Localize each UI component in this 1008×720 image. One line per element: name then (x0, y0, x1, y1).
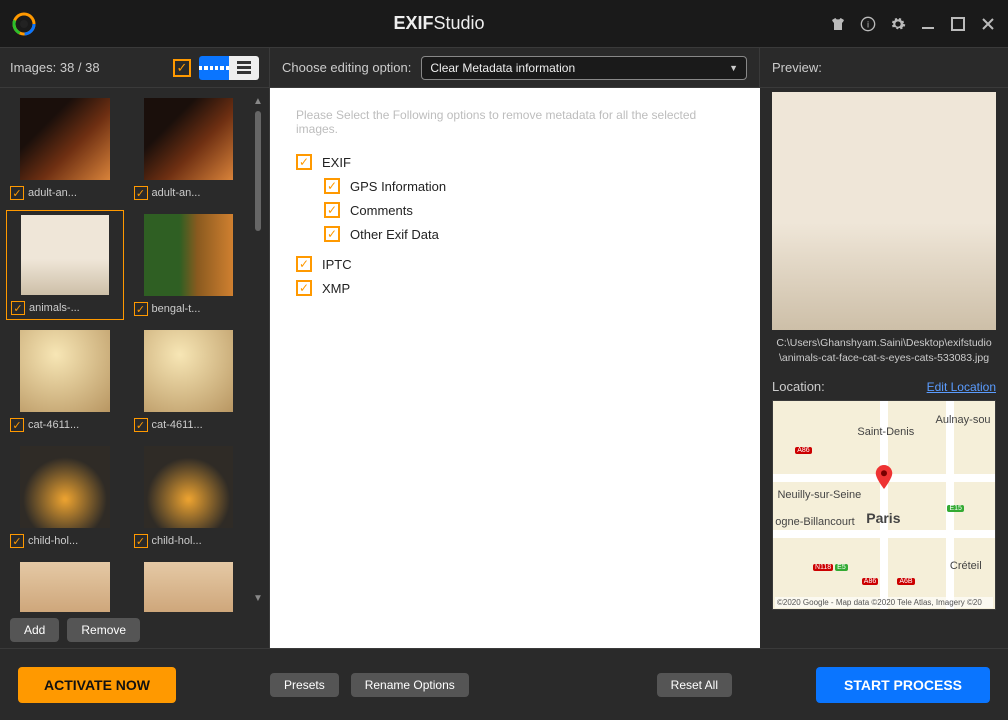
maximize-icon[interactable] (950, 16, 966, 32)
presets-button[interactable]: Presets (270, 673, 339, 697)
thumb-checkbox[interactable]: ✓ (134, 534, 148, 548)
titlebar: EXIFStudio i (0, 0, 1008, 48)
options-hint: Please Select the Following options to r… (296, 108, 734, 136)
thumb-checkbox[interactable]: ✓ (11, 301, 25, 315)
iptc-checkbox[interactable]: ✓ (296, 256, 312, 272)
preview-panel: C:\Users\Ghanshyam.Saini\Desktop\exifstu… (760, 88, 1008, 648)
svg-text:i: i (867, 19, 869, 29)
editing-option-label: Choose editing option: (282, 60, 411, 75)
view-list-button[interactable] (229, 56, 259, 80)
thumb-item[interactable]: ✓cat-4611... (130, 326, 248, 436)
exif-checkbox[interactable]: ✓ (296, 154, 312, 170)
remove-button[interactable]: Remove (67, 618, 140, 642)
minimize-icon[interactable] (920, 16, 936, 32)
preview-image (772, 92, 996, 330)
bottombar: ACTIVATE NOW Presets Rename Options Rese… (0, 648, 1008, 720)
scroll-down-icon[interactable]: ▼ (253, 593, 263, 604)
thumb-item[interactable] (6, 558, 124, 612)
thumb-item[interactable]: ✓bengal-t... (130, 210, 248, 320)
thumb-checkbox[interactable]: ✓ (134, 186, 148, 200)
location-label: Location: (772, 379, 825, 394)
exif-label: EXIF (322, 155, 351, 170)
app-title: EXIFStudio (48, 13, 830, 34)
thumb-checkbox[interactable]: ✓ (134, 302, 148, 316)
view-toggle (199, 56, 259, 80)
rename-options-button[interactable]: Rename Options (351, 673, 469, 697)
thumb-item-selected[interactable]: ✓animals-... (6, 210, 124, 320)
xmp-label: XMP (322, 281, 350, 296)
thumb-checkbox[interactable]: ✓ (10, 534, 24, 548)
scroll-thumb[interactable] (255, 111, 261, 231)
xmp-checkbox[interactable]: ✓ (296, 280, 312, 296)
reset-all-button[interactable]: Reset All (657, 673, 732, 697)
thumb-checkbox[interactable]: ✓ (134, 418, 148, 432)
iptc-label: IPTC (322, 257, 352, 272)
thumb-checkbox[interactable]: ✓ (10, 186, 24, 200)
sidebar: ✓adult-an... ✓adult-an... ✓animals-... ✓… (0, 88, 270, 648)
view-grid-button[interactable] (199, 56, 229, 80)
start-process-button[interactable]: START PROCESS (816, 667, 990, 703)
scrollbar[interactable]: ▲ ▼ (253, 94, 263, 606)
thumb-checkbox[interactable]: ✓ (10, 418, 24, 432)
map-attribution: ©2020 Google - Map data ©2020 Tele Atlas… (775, 597, 993, 608)
other-exif-label: Other Exif Data (350, 227, 439, 242)
editing-option-dropdown[interactable]: Clear Metadata information (421, 56, 747, 80)
thumbnail-grid: ✓adult-an... ✓adult-an... ✓animals-... ✓… (6, 94, 247, 606)
thumb-item[interactable] (130, 558, 248, 612)
thumb-item[interactable]: ✓adult-an... (6, 94, 124, 204)
images-count: Images: 38 / 38 (10, 60, 165, 75)
main: ✓adult-an... ✓adult-an... ✓animals-... ✓… (0, 88, 1008, 648)
other-exif-checkbox[interactable]: ✓ (324, 226, 340, 242)
thumb-item[interactable]: ✓child-hol... (6, 442, 124, 552)
app-logo-icon (12, 12, 36, 36)
map-center-label: Paris (866, 510, 900, 526)
comments-label: Comments (350, 203, 413, 218)
options-panel: Please Select the Following options to r… (270, 88, 760, 648)
preview-label: Preview: (772, 60, 822, 75)
thumb-item[interactable]: ✓child-hol... (130, 442, 248, 552)
thumb-item[interactable]: ✓adult-an... (130, 94, 248, 204)
comments-checkbox[interactable]: ✓ (324, 202, 340, 218)
activate-button[interactable]: ACTIVATE NOW (18, 667, 176, 703)
map-pin-icon (875, 465, 893, 489)
info-icon[interactable]: i (860, 16, 876, 32)
gps-label: GPS Information (350, 179, 446, 194)
preview-path: C:\Users\Ghanshyam.Saini\Desktop\exifstu… (772, 336, 996, 365)
edit-location-link[interactable]: Edit Location (927, 380, 996, 394)
gps-checkbox[interactable]: ✓ (324, 178, 340, 194)
map[interactable]: Saint-Denis Aulnay-sou Neuilly-sur-Seine… (772, 400, 996, 610)
toolbar: Images: 38 / 38 ✓ Choose editing option:… (0, 48, 1008, 88)
thumb-item[interactable]: ✓cat-4611... (6, 326, 124, 436)
scroll-up-icon[interactable]: ▲ (253, 96, 263, 107)
close-icon[interactable] (980, 16, 996, 32)
gear-icon[interactable] (890, 16, 906, 32)
shirt-icon[interactable] (830, 16, 846, 32)
add-button[interactable]: Add (10, 618, 59, 642)
select-all-checkbox[interactable]: ✓ (173, 59, 191, 77)
